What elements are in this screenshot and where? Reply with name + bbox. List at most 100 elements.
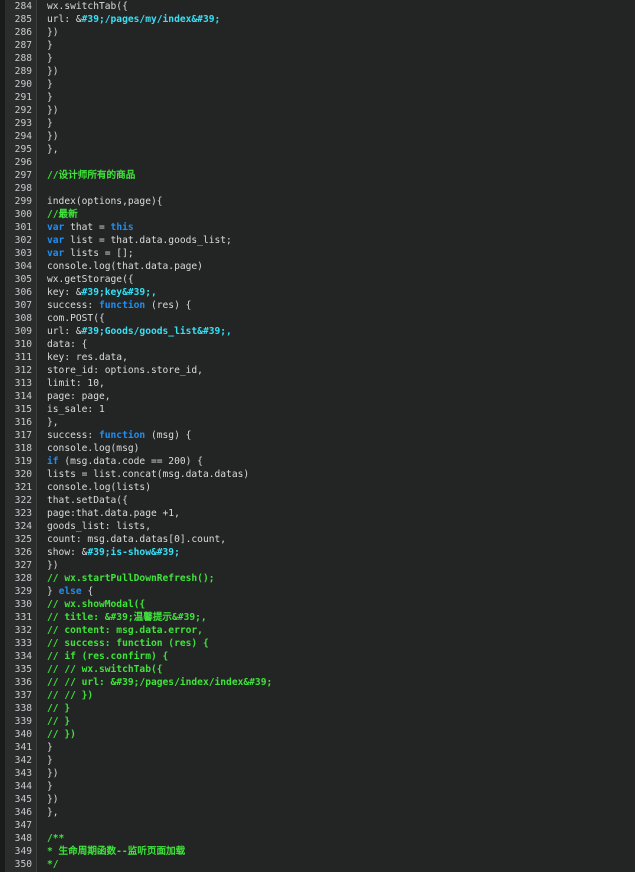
code-line[interactable]: 302 var list = that.data.goods_list; [0,234,635,247]
line-code: } [47,780,53,793]
code-line[interactable]: 304 console.log(that.data.page) [0,260,635,273]
code-line[interactable]: 292}) [0,104,635,117]
code-line[interactable]: 343}) [0,767,635,780]
line-number: 334 [14,651,32,662]
code-line[interactable]: 320 lists = list.concat(msg.data.datas) [0,468,635,481]
line-number: 299 [14,196,32,207]
code-line[interactable]: 293} [0,117,635,130]
line-code: // // }) [47,689,93,702]
code-line[interactable]: 324 goods_list: lists, [0,520,635,533]
code-line[interactable]: 300 //最新 [0,208,635,221]
code-line[interactable]: 308 com.POST({ [0,312,635,325]
code-line[interactable]: 310 data: { [0,338,635,351]
code-token: } [47,40,53,51]
code-editor[interactable]: 284 wx.switchTab({285 url: &#39;/pages/my/… [0,0,635,872]
code-line[interactable]: 331 // title: &#39;温馨提示&#39;, [0,611,635,624]
code-line[interactable]: 306 key: &#39;key&#39;, [0,286,635,299]
code-line[interactable]: 314 page: page, [0,390,635,403]
code-line[interactable]: 322 that.setData({ [0,494,635,507]
code-line[interactable]: 301 var that = this [0,221,635,234]
line-number: 317 [14,430,32,441]
line-code: success: function (res) { [47,299,191,312]
code-line[interactable]: 328 // wx.startPullDownRefresh(); [0,572,635,585]
code-token: }, [47,417,59,428]
code-line[interactable]: 288} [0,52,635,65]
code-line[interactable]: 341} [0,741,635,754]
line-number: 301 [14,222,32,233]
code-line[interactable]: 287} [0,39,635,52]
line-code: key: &#39;key&#39;, [47,286,157,299]
code-line[interactable]: 298 [0,182,635,195]
code-line[interactable]: 311 key: res.data, [0,351,635,364]
code-line[interactable]: 317 success: function (msg) { [0,429,635,442]
code-line[interactable]: 329} else { [0,585,635,598]
code-line[interactable]: 336 // // url: &#39;/pages/index/index&#3… [0,676,635,689]
code-line[interactable]: 335 // // wx.switchTab({ [0,663,635,676]
code-line[interactable]: 323 page:that.data.page +1, [0,507,635,520]
code-line[interactable]: 290} [0,78,635,91]
line-number: 288 [14,53,32,64]
code-token: data: { [47,339,88,350]
code-line[interactable]: 285 url: &#39;/pages/my/index&#39; [0,13,635,26]
code-line[interactable]: 297 //设计师所有的商品 [0,169,635,182]
line-code: }) [47,793,59,806]
code-line[interactable]: 305 wx.getStorage({ [0,273,635,286]
line-code: count: msg.data.datas[0].count, [47,533,226,546]
code-line[interactable]: 307 success: function (res) { [0,299,635,312]
code-line[interactable]: 326 show: &#39;is-show&#39; [0,546,635,559]
code-line[interactable]: 332 // content: msg.data.error, [0,624,635,637]
code-token: key: res.data, [47,352,128,363]
code-line[interactable]: 337 // // }) [0,689,635,702]
code-line[interactable]: 346}, [0,806,635,819]
code-line[interactable]: 303 var lists = []; [0,247,635,260]
code-line[interactable]: 295}, [0,143,635,156]
code-line[interactable]: 313 limit: 10, [0,377,635,390]
code-token: } [47,53,53,64]
string-token: #39;is-show&#39; [87,547,180,558]
line-number: 294 [14,131,32,142]
code-line[interactable]: 348 /** [0,832,635,845]
code-line[interactable]: 342} [0,754,635,767]
code-line[interactable]: 330 // wx.showModal({ [0,598,635,611]
code-line[interactable]: 344} [0,780,635,793]
line-number: 344 [14,781,32,792]
comment-token: // } [47,716,71,727]
code-line[interactable]: 350 */ [0,858,635,871]
line-code: var list = that.data.goods_list; [47,234,232,247]
code-line[interactable]: 318 console.log(msg) [0,442,635,455]
code-line[interactable]: 340 // }) [0,728,635,741]
line-number: 302 [14,235,32,246]
code-line[interactable]: 347 [0,819,635,832]
code-line[interactable]: 316}, [0,416,635,429]
code-line[interactable]: 338 // } [0,702,635,715]
code-line[interactable]: 315 is_sale: 1 [0,403,635,416]
code-line[interactable]: 309 url: &#39;Goods/goods_list&#39;, [0,325,635,338]
code-token: (msg.data.code == 200) { [58,456,203,467]
code-line[interactable]: 345}) [0,793,635,806]
line-code: } else { [47,585,93,598]
code-line[interactable]: 284 wx.switchTab({ [0,0,635,13]
code-token: }, [47,807,59,818]
code-token: } [47,781,53,792]
comment-token: /** [47,833,65,844]
code-line[interactable]: 333 // success: function (res) { [0,637,635,650]
code-line[interactable]: 312 store_id: options.store_id, [0,364,635,377]
code-line[interactable]: 321 console.log(lists) [0,481,635,494]
line-code: //最新 [47,208,78,221]
code-line[interactable]: 325 count: msg.data.datas[0].count, [0,533,635,546]
code-line[interactable]: 319 if (msg.data.code == 200) { [0,455,635,468]
comment-token: // // }) [47,690,94,701]
code-line[interactable]: 349 * 生命周期函数--监听页面加载 [0,845,635,858]
code-line[interactable]: 327}) [0,559,635,572]
code-line[interactable]: 286}) [0,26,635,39]
code-line[interactable]: 296 [0,156,635,169]
code-line[interactable]: 299 index(options,page){ [0,195,635,208]
keyword-token: if [47,456,59,467]
code-line[interactable]: 294}) [0,130,635,143]
line-code: // title: &#39;温馨提示&#39;, [47,611,207,624]
code-line[interactable]: 334 // if (res.confirm) { [0,650,635,663]
line-number: 290 [14,79,32,90]
code-line[interactable]: 289}) [0,65,635,78]
code-line[interactable]: 339 // } [0,715,635,728]
code-line[interactable]: 291} [0,91,635,104]
